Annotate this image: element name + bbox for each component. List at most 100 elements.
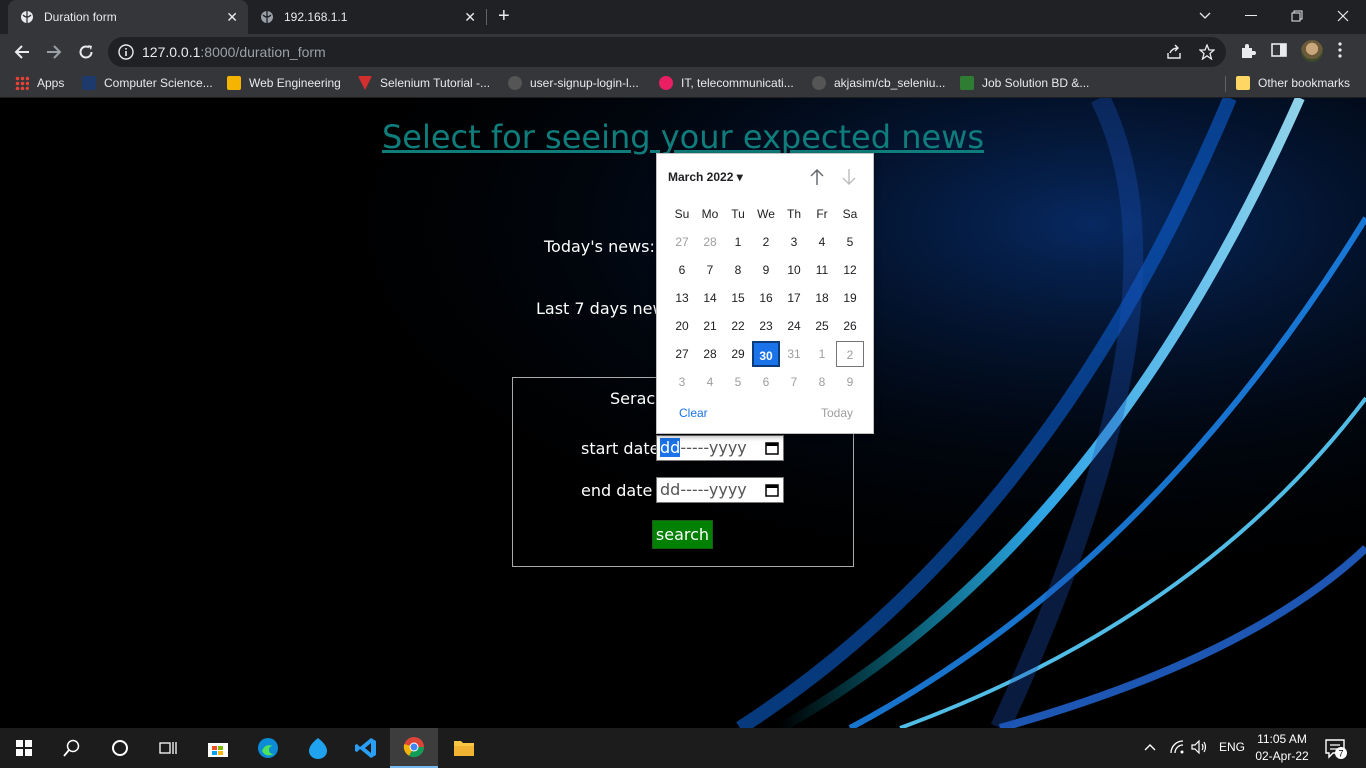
selected-day-cell[interactable]: 30 <box>752 341 780 367</box>
calendar-day-cell[interactable]: 10 <box>780 257 808 283</box>
calendar-day-cell[interactable]: 9 <box>836 369 864 395</box>
calendar-day-cell[interactable]: 8 <box>724 257 752 283</box>
date-picker-popup: March 2022 ▾ Su Mo Tu We Th Fr Sa 27 28 1 2 3 4 5 6 7 8… <box>656 153 874 434</box>
calendar-day-cell[interactable]: 31 <box>780 341 808 367</box>
reload-icon[interactable] <box>76 42 96 62</box>
close-tab-icon[interactable]: ✕ <box>226 9 238 25</box>
calendar-day-cell[interactable]: 16 <box>752 285 780 311</box>
calendar-day-cell[interactable]: 20 <box>668 313 696 339</box>
bookmark-star-icon[interactable] <box>1198 43 1216 65</box>
address-bar[interactable]: 127.0.0.1:8000/duration_form <box>108 37 1226 67</box>
calendar-day-cell[interactable]: 6 <box>668 257 696 283</box>
page-title[interactable]: Select for seeing your expected news <box>0 118 1366 156</box>
calendar-day-cell[interactable]: 17 <box>780 285 808 311</box>
show-hidden-icons-chevron-icon[interactable] <box>1144 740 1156 754</box>
calendar-day-cell[interactable]: 3 <box>668 369 696 395</box>
search-icon[interactable] <box>48 728 96 768</box>
previous-month-arrow-icon[interactable] <box>809 168 825 191</box>
bookmark-job-solution[interactable]: Job Solution BD &... <box>960 76 1089 90</box>
restore-icon[interactable] <box>1274 0 1320 32</box>
profile-avatar[interactable] <box>1301 40 1323 62</box>
calendar-day-cell[interactable]: 1 <box>724 229 752 255</box>
calendar-day-cell[interactable]: 12 <box>836 257 864 283</box>
edge-icon[interactable] <box>244 728 292 768</box>
app-blue-drop-icon[interactable] <box>294 728 342 768</box>
calendar-day-cell[interactable]: 1 <box>808 341 836 367</box>
info-icon[interactable] <box>118 44 134 65</box>
more-menu-icon[interactable] <box>1338 42 1342 63</box>
forward-arrow-icon[interactable] <box>44 42 64 62</box>
extensions-puzzle-icon[interactable] <box>1239 42 1257 65</box>
calendar-day-cell[interactable]: 25 <box>808 313 836 339</box>
month-year-dropdown[interactable]: March 2022 ▾ <box>668 170 743 184</box>
bookmark-web-engineering[interactable]: Web Engineering <box>227 76 341 90</box>
calendar-day-cell[interactable]: 11 <box>808 257 836 283</box>
calendar-day-cell[interactable]: 14 <box>696 285 724 311</box>
language-indicator[interactable]: ENG <box>1219 740 1245 754</box>
calendar-day-cell[interactable]: 4 <box>696 369 724 395</box>
calendar-day-cell[interactable]: 29 <box>724 341 752 367</box>
start-date-input[interactable]: dd-----yyyy <box>656 435 784 461</box>
calendar-day-cell[interactable]: 7 <box>696 257 724 283</box>
calendar-day-cell[interactable]: 19 <box>836 285 864 311</box>
tab-search-chevron-icon[interactable] <box>1182 0 1228 32</box>
volume-icon[interactable] <box>1191 739 1209 757</box>
new-tab-button[interactable]: + <box>498 5 510 27</box>
wifi-icon[interactable] <box>1169 740 1185 757</box>
microsoft-store-icon[interactable] <box>194 728 242 768</box>
calendar-day-cell[interactable]: 15 <box>724 285 752 311</box>
share-icon[interactable] <box>1166 44 1182 65</box>
calendar-day-cell[interactable]: 9 <box>752 257 780 283</box>
close-window-icon[interactable] <box>1320 0 1366 32</box>
bookmark-akjasim[interactable]: akjasim/cb_seleniu... <box>812 76 945 90</box>
calendar-day-cell[interactable]: 5 <box>724 369 752 395</box>
bookmark-it-telecom[interactable]: IT, telecommunicati... <box>659 76 794 90</box>
bookmark-computer-science[interactable]: Computer Science... <box>82 76 213 90</box>
bookmark-user-signup[interactable]: user-signup-login-l... <box>508 76 639 90</box>
calendar-day-cell[interactable]: 2 <box>752 229 780 255</box>
tab-router[interactable]: 192.168.1.1 ✕ <box>248 0 486 34</box>
side-panel-icon[interactable] <box>1271 42 1287 63</box>
windows-start-icon[interactable] <box>0 728 48 768</box>
system-clock[interactable]: 11:05 AM 02-Apr-22 <box>1249 731 1315 765</box>
start-date-day-segment[interactable]: dd <box>660 438 681 457</box>
back-arrow-icon[interactable] <box>12 42 32 62</box>
notifications-icon[interactable]: 7 <box>1324 738 1348 763</box>
calendar-day-cell[interactable]: 8 <box>808 369 836 395</box>
calendar-day-cell[interactable]: 6 <box>752 369 780 395</box>
calendar-day-cell[interactable]: 4 <box>808 229 836 255</box>
today-day-cell[interactable]: 2 <box>836 341 864 367</box>
calendar-icon[interactable] <box>765 440 779 459</box>
calendar-day-cell[interactable]: 23 <box>752 313 780 339</box>
search-button[interactable]: search <box>652 520 713 549</box>
calendar-day-cell[interactable]: 24 <box>780 313 808 339</box>
vscode-icon[interactable] <box>342 728 390 768</box>
chrome-icon[interactable] <box>390 728 438 768</box>
bookmark-apps[interactable]: Apps <box>15 76 64 90</box>
other-bookmarks[interactable]: Other bookmarks <box>1236 76 1350 90</box>
calendar-day-cell[interactable]: 18 <box>808 285 836 311</box>
minimize-icon[interactable] <box>1228 0 1274 32</box>
tab-duration-form[interactable]: Duration form ✕ <box>8 0 248 34</box>
next-month-arrow-icon[interactable] <box>841 168 857 191</box>
calendar-day-cell[interactable]: 7 <box>780 369 808 395</box>
calendar-day-cell[interactable]: 13 <box>668 285 696 311</box>
today-button[interactable]: Today <box>821 406 853 420</box>
end-date-input[interactable]: dd-----yyyy <box>656 477 784 503</box>
calendar-day-cell[interactable]: 5 <box>836 229 864 255</box>
close-tab-icon[interactable]: ✕ <box>464 9 476 25</box>
calendar-day-cell[interactable]: 28 <box>696 341 724 367</box>
calendar-day-cell[interactable]: 26 <box>836 313 864 339</box>
calendar-day-cell[interactable]: 28 <box>696 229 724 255</box>
clear-button[interactable]: Clear <box>679 406 708 420</box>
calendar-day-cell[interactable]: 3 <box>780 229 808 255</box>
calendar-icon[interactable] <box>765 482 779 501</box>
task-view-icon[interactable] <box>144 728 192 768</box>
calendar-day-cell[interactable]: 27 <box>668 229 696 255</box>
calendar-day-cell[interactable]: 22 <box>724 313 752 339</box>
bookmark-selenium-tutorial[interactable]: Selenium Tutorial -... <box>358 76 490 90</box>
calendar-day-cell[interactable]: 21 <box>696 313 724 339</box>
cortana-icon[interactable] <box>96 728 144 768</box>
calendar-day-cell[interactable]: 27 <box>668 341 696 367</box>
file-explorer-icon[interactable] <box>440 728 488 768</box>
